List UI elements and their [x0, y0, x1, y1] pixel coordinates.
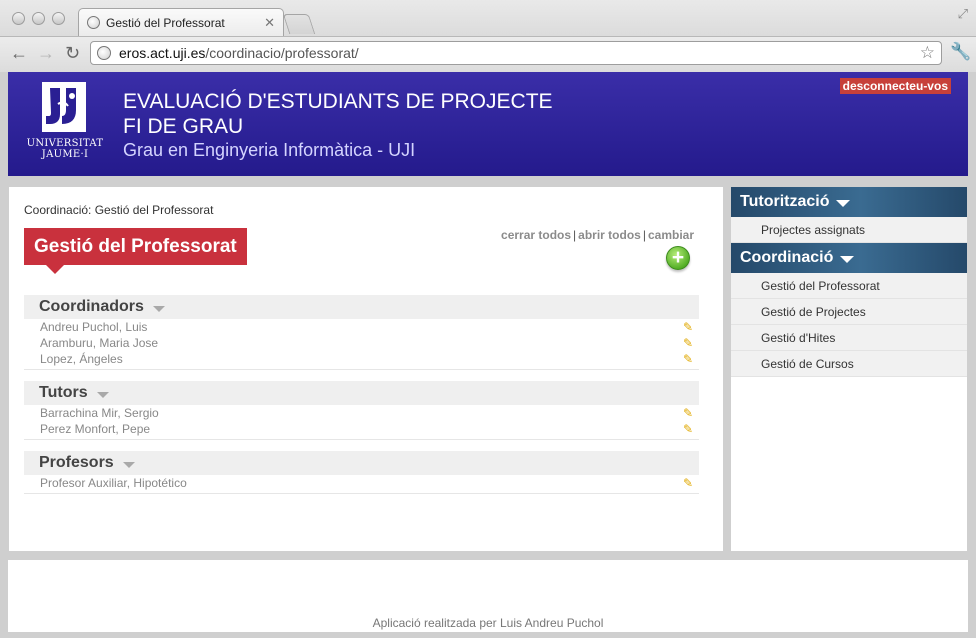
group-tutors: Tutors Barrachina Mir, Sergio ✎ Perez Mo…: [24, 381, 699, 440]
breadcrumb: Coordinació: Gestió del Professorat: [24, 203, 214, 217]
app-title-line2: FI DE GRAU: [123, 115, 244, 138]
footer-credit: Aplicació realitzada per Luis Andreu Puc…: [372, 616, 604, 630]
caret-down-icon[interactable]: [840, 255, 855, 263]
caret-down-icon[interactable]: [122, 461, 135, 468]
url-host: eros.act.uji.es: [119, 45, 206, 61]
group-divider: [24, 491, 699, 494]
page-title-pointer: [46, 265, 64, 274]
sidebar-item-projectes-assignats[interactable]: Projectes assignats: [731, 217, 967, 243]
pencil-icon[interactable]: ✎: [683, 352, 697, 366]
sidebar-item-gestio-cursos[interactable]: Gestió de Cursos: [731, 351, 967, 377]
logo-text-line1: UNIVERSITAT: [26, 138, 104, 149]
group-header[interactable]: Tutors: [24, 381, 699, 405]
new-tab-button[interactable]: [282, 14, 316, 34]
footer: Aplicació realitzada per Luis Andreu Puc…: [8, 560, 968, 632]
close-tab-icon[interactable]: ✕: [264, 15, 275, 31]
close-window-button[interactable]: [12, 12, 25, 25]
uji-logo-mark-icon: [42, 82, 86, 132]
pencil-icon[interactable]: ✎: [683, 422, 697, 436]
person-name: Perez Monfort, Pepe: [40, 422, 151, 436]
person-name: Aramburu, Maria Jose: [40, 336, 159, 350]
arrow-left-icon[interactable]: ←: [10, 42, 28, 64]
main-panel: Coordinació: Gestió del Professorat Gest…: [9, 187, 723, 551]
list-item: Lopez, Ángeles ✎: [24, 351, 699, 367]
arrow-right-icon[interactable]: →: [37, 42, 55, 64]
sidebar-section-title: Tutorització: [740, 193, 830, 210]
globe-icon: [97, 46, 111, 60]
sidebar: Tutorització Projectes assignats Coordin…: [731, 187, 967, 551]
person-name: Profesor Auxiliar, Hipotético: [40, 476, 187, 490]
close-all-link[interactable]: cerrar todos: [501, 228, 571, 242]
group-header[interactable]: Coordinadors: [24, 295, 699, 319]
group-title: Coordinadors: [39, 298, 144, 315]
list-item: Aramburu, Maria Jose ✎: [24, 335, 699, 351]
university-name: UNIVERSITAT JAUME·I: [26, 138, 104, 160]
wrench-icon[interactable]: 🔧: [950, 42, 971, 62]
page-title: Gestió del Professorat: [24, 228, 247, 265]
caret-down-icon[interactable]: [152, 305, 165, 312]
list-item: Barrachina Mir, Sergio ✎: [24, 405, 699, 421]
person-name: Lopez, Ángeles: [40, 352, 123, 366]
group-divider: [24, 437, 699, 440]
minimize-window-button[interactable]: [32, 12, 45, 25]
tab-title: Gestió del Professorat: [106, 15, 225, 30]
person-name: Andreu Puchol, Luis: [40, 320, 148, 334]
caret-down-icon[interactable]: [96, 391, 109, 398]
group-actions: cerrar todos | abrir todos | cambiar: [501, 228, 694, 242]
sidebar-item-gestio-projectes[interactable]: Gestió de Projectes: [731, 299, 967, 325]
pencil-icon[interactable]: ✎: [683, 336, 697, 350]
sidebar-section-coordinacio[interactable]: Coordinació: [731, 243, 967, 273]
plus-icon: +: [671, 246, 685, 269]
resize-icon[interactable]: ⤢: [958, 6, 968, 22]
list-item: Andreu Puchol, Luis ✎: [24, 319, 699, 335]
logo-text-line2: JAUME·I: [41, 149, 89, 160]
group-header[interactable]: Profesors: [24, 451, 699, 475]
add-professor-button[interactable]: +: [666, 246, 690, 270]
site-header: UNIVERSITAT JAUME·I EVALUACIÓ D'ESTUDIAN…: [8, 72, 968, 176]
browser-chrome: Gestió del Professorat ✕ ⤢ ← → ↻ eros.ac…: [0, 0, 976, 72]
caret-down-icon[interactable]: [836, 199, 851, 207]
pencil-icon[interactable]: ✎: [683, 476, 697, 490]
browser-tab[interactable]: Gestió del Professorat ✕: [78, 8, 284, 36]
open-all-link[interactable]: abrir todos: [578, 228, 641, 242]
group-title: Profesors: [39, 454, 114, 471]
pencil-icon[interactable]: ✎: [683, 320, 697, 334]
group-coordinadors: Coordinadors Andreu Puchol, Luis ✎ Aramb…: [24, 295, 699, 370]
star-icon[interactable]: ☆: [920, 43, 935, 63]
group-divider: [24, 367, 699, 370]
url-path: /coordinacio/professorat/: [205, 45, 359, 61]
pencil-icon[interactable]: ✎: [683, 406, 697, 420]
address-bar[interactable]: eros.act.uji.es/coordinacio/professorat/…: [90, 41, 942, 65]
list-item: Profesor Auxiliar, Hipotético ✎: [24, 475, 699, 491]
logout-link[interactable]: desconnecteu-vos: [839, 78, 951, 94]
globe-icon: [87, 16, 100, 29]
sidebar-section-title: Coordinació: [740, 249, 834, 266]
reload-icon[interactable]: ↻: [65, 42, 80, 64]
app-title: EVALUACIÓ D'ESTUDIANTS DE PROJECTE FI DE…: [123, 89, 553, 139]
list-item: Perez Monfort, Pepe ✎: [24, 421, 699, 437]
sidebar-item-gestio-hites[interactable]: Gestió d'Hites: [731, 325, 967, 351]
group-title: Tutors: [39, 384, 88, 401]
change-link[interactable]: cambiar: [648, 228, 694, 242]
university-logo: UNIVERSITAT JAUME·I: [26, 82, 104, 164]
person-name: Barrachina Mir, Sergio: [40, 406, 159, 420]
separator: |: [642, 228, 646, 242]
group-profesors: Profesors Profesor Auxiliar, Hipotético …: [24, 451, 699, 494]
app-title-line1: EVALUACIÓ D'ESTUDIANTS DE PROJECTE: [123, 90, 553, 113]
sidebar-section-tutoritzacio[interactable]: Tutorització: [731, 187, 967, 217]
zoom-window-button[interactable]: [52, 12, 65, 25]
sidebar-item-gestio-professorat[interactable]: Gestió del Professorat: [731, 273, 967, 299]
app-subtitle: Grau en Enginyeria Informàtica - UJI: [123, 140, 416, 160]
